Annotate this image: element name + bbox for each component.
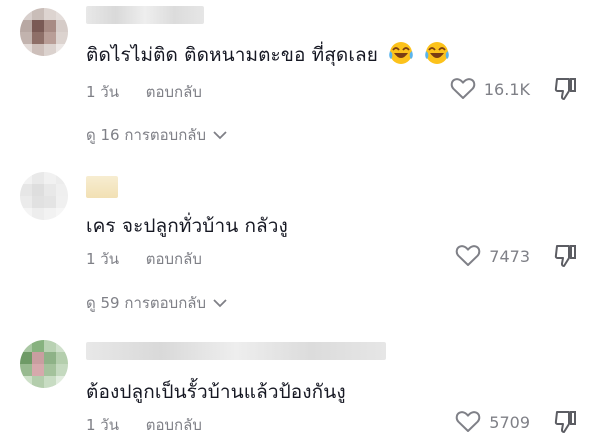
- comment-text: เคร จะปลูกทั่วบ้าน กลัวงู: [86, 215, 288, 237]
- comment-meta: 1 วัน ตอบกลับ: [86, 247, 202, 271]
- username-blurred[interactable]: [86, 176, 118, 198]
- like-button[interactable]: 16.1K: [450, 77, 530, 101]
- reply-button[interactable]: ตอบกลับ: [146, 247, 202, 271]
- dislike-button[interactable]: [554, 243, 578, 273]
- comment-time: 1 วัน: [86, 250, 119, 268]
- heart-outline-icon: [456, 245, 481, 266]
- laughing-tears-emoji-icon: [424, 41, 450, 70]
- reply-button[interactable]: ตอบกลับ: [146, 413, 202, 437]
- comment-time: 1 วัน: [86, 83, 119, 101]
- avatar[interactable]: [20, 172, 68, 220]
- like-count: 16.1K: [483, 79, 530, 99]
- comment-meta: 1 วัน ตอบกลับ: [86, 80, 202, 104]
- chevron-down-icon: [213, 131, 227, 140]
- laughing-tears-emoji-icon: [388, 41, 414, 70]
- like-count: 5709: [489, 412, 530, 432]
- comment-time: 1 วัน: [86, 416, 119, 434]
- reply-button[interactable]: ตอบกลับ: [146, 80, 202, 104]
- chevron-down-icon: [213, 299, 227, 308]
- comment-text: ต้องปลูกเป็นรั้วบ้านแล้วป้องกันงู: [86, 381, 346, 403]
- heart-outline-icon: [456, 411, 481, 432]
- heart-outline-icon: [450, 78, 476, 99]
- view-replies-button[interactable]: ดู 59 การตอบกลับ: [86, 291, 228, 315]
- comment-text: ติดไรไม่ติด ติดหนามตะขอ ที่สุดเลย: [86, 40, 450, 70]
- thumbs-down-icon: [554, 245, 576, 267]
- comment-meta: 1 วัน ตอบกลับ: [86, 413, 202, 437]
- view-replies-label: ดู 59 การตอบกลับ: [86, 294, 206, 312]
- view-replies-label: ดู 16 การตอบกลับ: [86, 126, 206, 144]
- username-blurred[interactable]: [86, 6, 204, 24]
- dislike-button[interactable]: [554, 76, 578, 106]
- thumbs-down-icon: [554, 78, 576, 100]
- like-count: 7473: [489, 246, 530, 266]
- like-button[interactable]: 7473: [455, 244, 530, 268]
- avatar[interactable]: [20, 340, 68, 388]
- view-replies-button[interactable]: ดู 16 การตอบกลับ: [86, 123, 228, 147]
- like-button[interactable]: 5709: [455, 410, 530, 434]
- username-blurred[interactable]: [86, 342, 386, 360]
- avatar[interactable]: [20, 8, 68, 56]
- dislike-button[interactable]: [554, 409, 578, 439]
- thumbs-down-icon: [554, 411, 576, 433]
